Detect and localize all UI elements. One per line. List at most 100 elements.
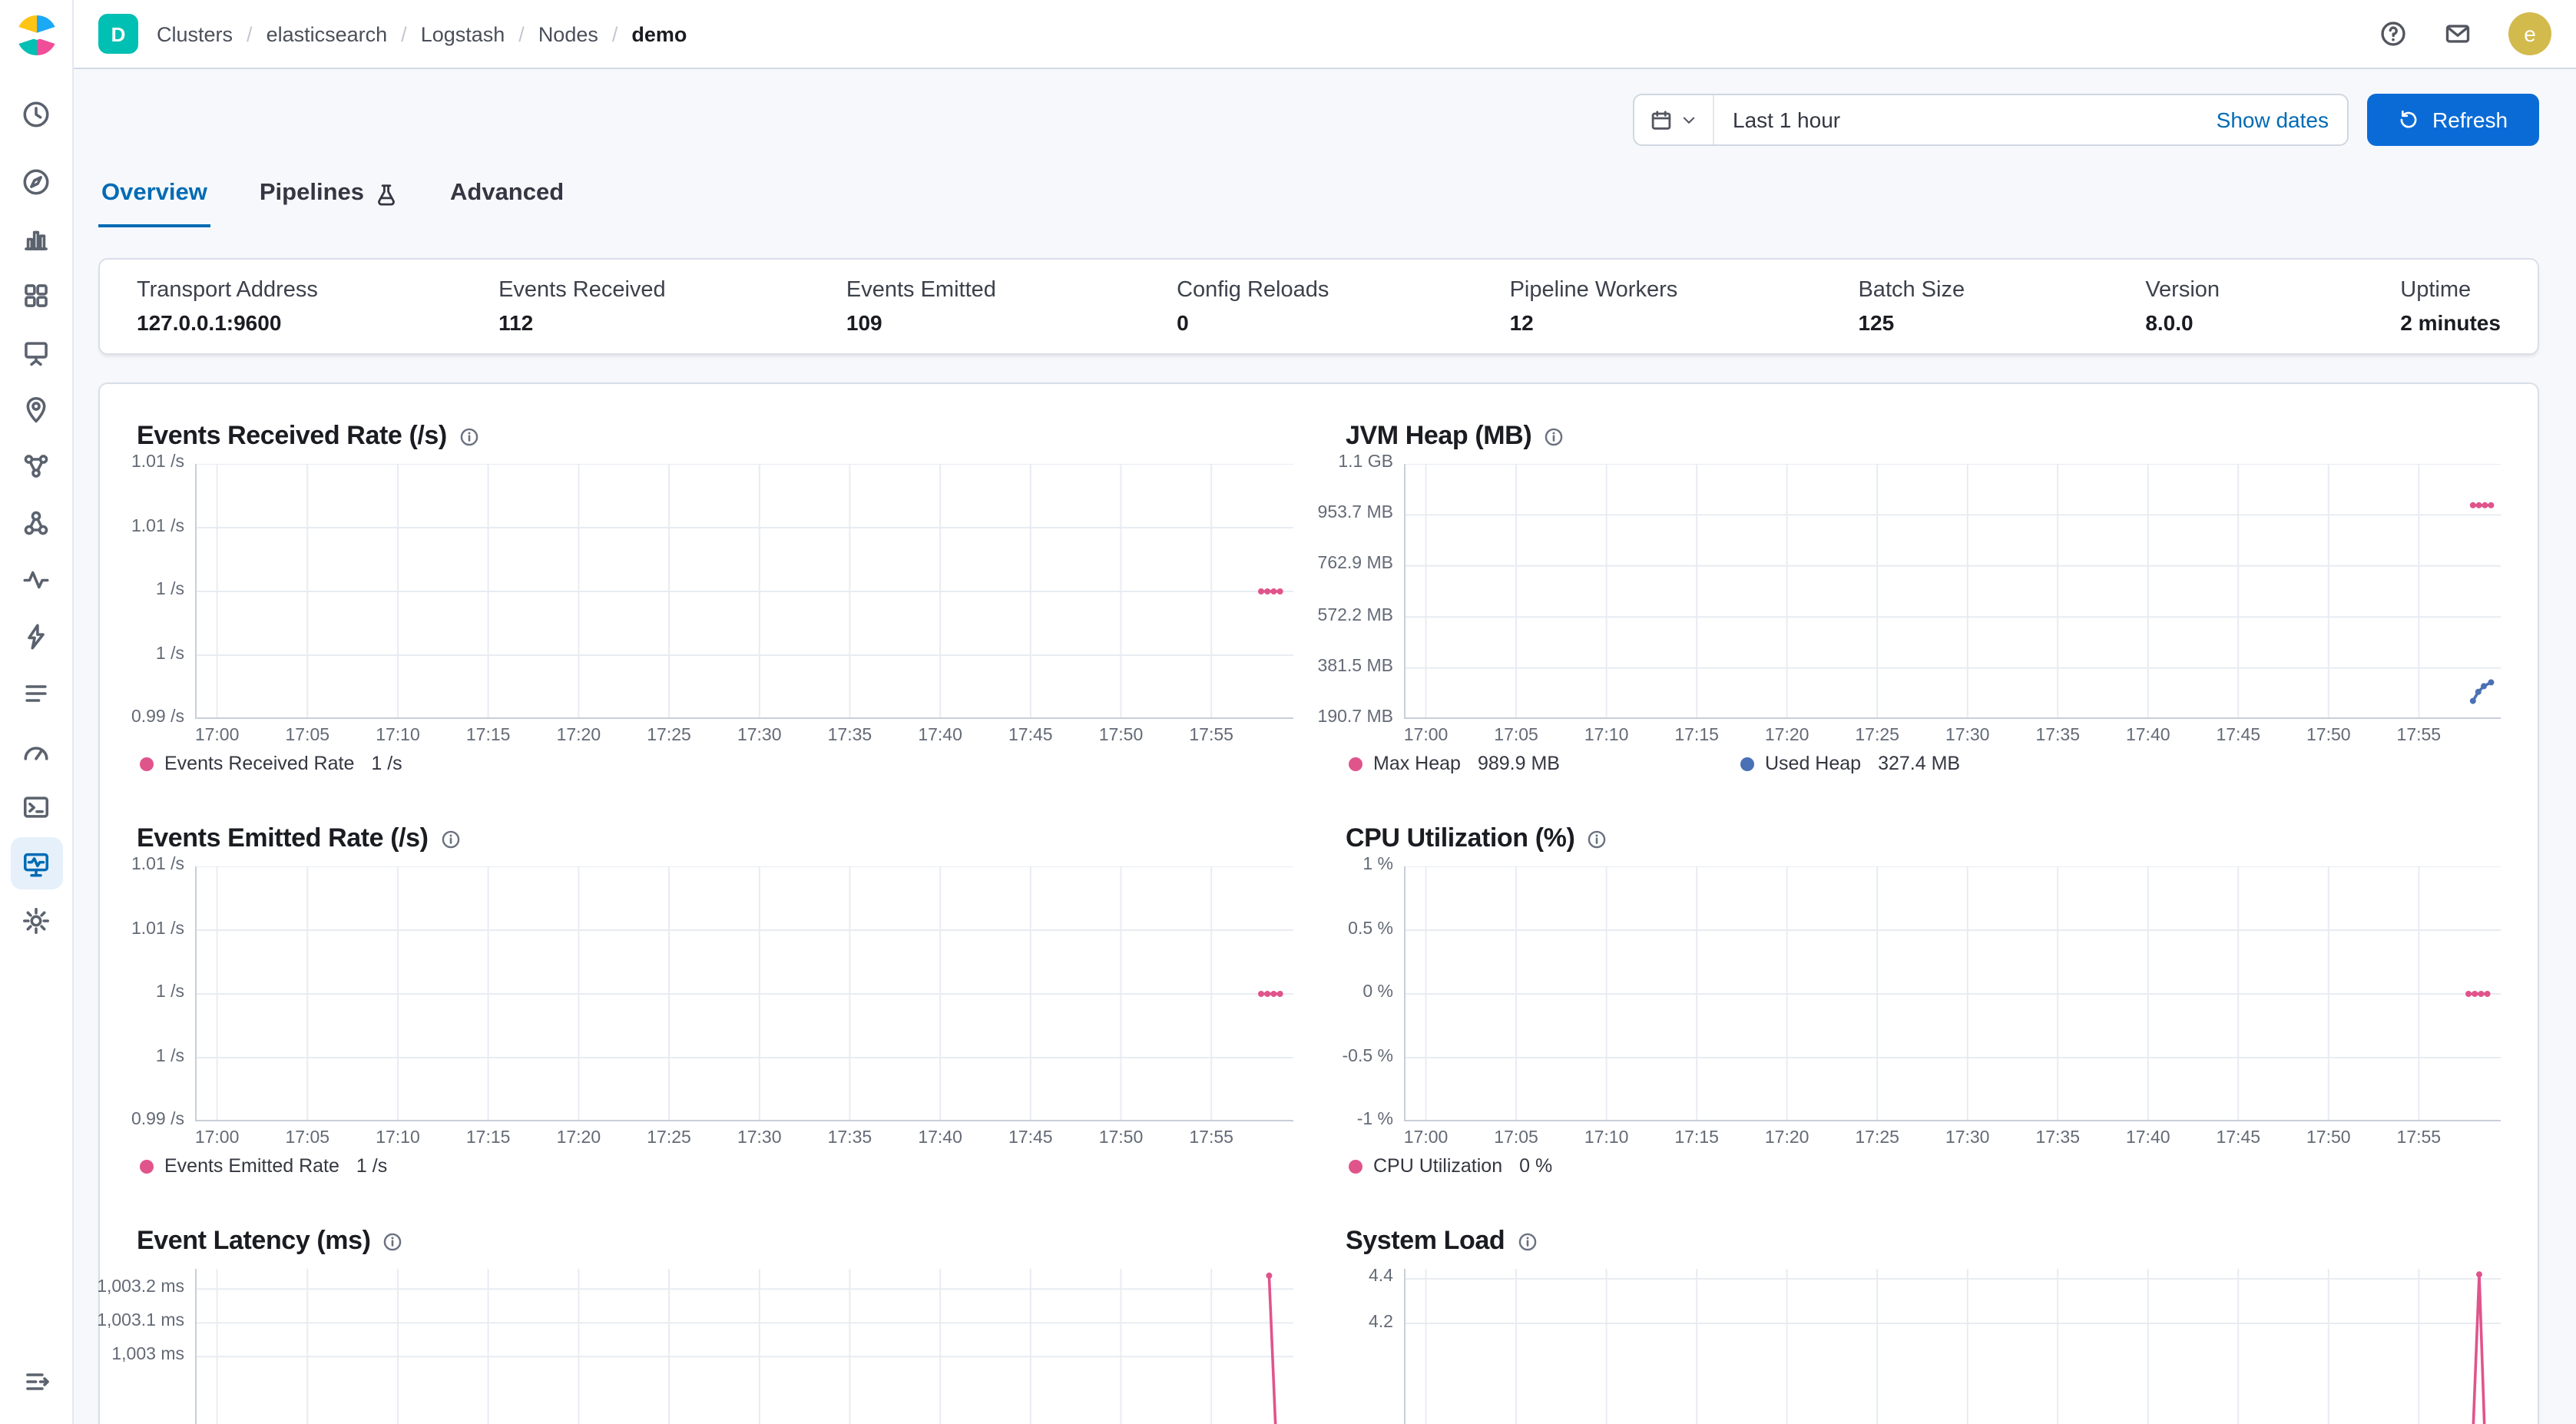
show-dates-link[interactable]: Show dates bbox=[2217, 108, 2347, 132]
tab-overview[interactable]: Overview bbox=[98, 167, 210, 227]
space-badge[interactable]: D bbox=[98, 14, 138, 54]
lines-icon bbox=[22, 678, 51, 707]
nav-dev-tools-button[interactable] bbox=[10, 780, 62, 833]
nav-logs-button[interactable] bbox=[10, 667, 62, 719]
refresh-button[interactable]: Refresh bbox=[2367, 94, 2539, 146]
nav-recently-viewed-button[interactable] bbox=[10, 88, 62, 140]
chart-plot-area[interactable] bbox=[195, 866, 1293, 1121]
x-axis-label: 17:50 bbox=[1099, 1129, 1144, 1147]
chart-plot-area[interactable] bbox=[195, 464, 1293, 719]
legend-item[interactable]: Events Emitted Rate1 /s bbox=[140, 1155, 532, 1177]
y-axis-label: 0.99 /s bbox=[131, 708, 184, 727]
nav-apm-button[interactable] bbox=[10, 610, 62, 662]
y-axis-labels: 1.1 GB953.7 MB762.9 MB572.2 MB381.5 MB19… bbox=[1346, 464, 1404, 719]
stat-label: Batch Size bbox=[1858, 278, 1965, 303]
chart-plot-area[interactable] bbox=[1404, 866, 2501, 1121]
x-axis-label: 17:10 bbox=[376, 1129, 420, 1147]
breadcrumb-nodes[interactable]: Nodes bbox=[538, 22, 598, 45]
info-icon[interactable] bbox=[1544, 426, 1564, 446]
stat-label: Version bbox=[2145, 278, 2220, 303]
x-axis-label: 17:10 bbox=[376, 727, 420, 745]
nav-machine-learning-button[interactable] bbox=[10, 439, 62, 492]
main-content: Last 1 hour Show dates Refresh Overview P… bbox=[74, 69, 2576, 1424]
monitor-pulse-icon bbox=[22, 849, 51, 878]
x-axis-label: 17:15 bbox=[1674, 727, 1719, 745]
compass-icon bbox=[22, 167, 51, 196]
nav-visualize-button[interactable] bbox=[10, 212, 62, 264]
nav-graph-button[interactable] bbox=[10, 496, 62, 548]
y-axis-label: 4.2 bbox=[1369, 1313, 1393, 1331]
stat-label: Transport Address bbox=[137, 278, 318, 303]
x-axis-label: 17:15 bbox=[1674, 1129, 1719, 1147]
nav-stack-monitoring-button[interactable] bbox=[10, 837, 62, 889]
x-axis-labels: 17:0017:0517:1017:1517:2017:2517:3017:35… bbox=[195, 1121, 1293, 1149]
tab-pipelines[interactable]: Pipelines bbox=[257, 167, 401, 227]
breadcrumb-separator: / bbox=[518, 22, 525, 45]
chart-header: System Load bbox=[1346, 1226, 2501, 1257]
legend-item[interactable]: Used Heap327.4 MB bbox=[1740, 753, 2132, 774]
breadcrumb-elasticsearch[interactable]: elasticsearch bbox=[267, 22, 388, 45]
x-axis-label: 17:30 bbox=[1945, 1129, 1990, 1147]
legend-item[interactable]: Events Received Rate1 /s bbox=[140, 753, 532, 774]
stat-value: 125 bbox=[1858, 310, 1965, 335]
chart-system-load: System Load4.44.217:0017:0517:1017:1517:… bbox=[1346, 1226, 2501, 1424]
stat-value: 2 minutes bbox=[2400, 310, 2501, 335]
nav-canvas-button[interactable] bbox=[10, 326, 62, 378]
legend-label: Events Received Rate bbox=[164, 753, 354, 774]
sidebar-nav bbox=[0, 0, 74, 1424]
stat-version: Version8.0.0 bbox=[2145, 278, 2220, 335]
y-axis-label: 1 /s bbox=[156, 644, 184, 663]
x-axis-label: 17:40 bbox=[918, 1129, 962, 1147]
beaker-icon bbox=[375, 182, 398, 205]
mail-icon[interactable] bbox=[2444, 20, 2472, 48]
x-axis-label: 17:50 bbox=[2306, 727, 2351, 745]
nav-collapse-button[interactable] bbox=[11, 1355, 63, 1407]
x-axis-labels: 17:0017:0517:1017:1517:2017:2517:3017:35… bbox=[195, 719, 1293, 747]
pulse-icon bbox=[22, 565, 51, 594]
legend-dot-icon bbox=[1349, 757, 1362, 770]
legend-value: 989.9 MB bbox=[1478, 753, 1560, 774]
elastic-logo[interactable] bbox=[0, 0, 73, 69]
info-icon[interactable] bbox=[441, 829, 461, 849]
x-axis-label: 17:45 bbox=[2216, 1129, 2260, 1147]
x-axis-label: 17:20 bbox=[557, 1129, 601, 1147]
y-axis-label: 190.7 MB bbox=[1318, 708, 1393, 727]
breadcrumb-clusters[interactable]: Clusters bbox=[157, 22, 233, 45]
x-axis-label: 17:15 bbox=[466, 1129, 511, 1147]
avatar[interactable]: e bbox=[2508, 12, 2551, 55]
x-axis-label: 17:45 bbox=[2216, 727, 2260, 745]
chart-body: 1.1 GB953.7 MB762.9 MB572.2 MB381.5 MB19… bbox=[1346, 464, 2501, 719]
info-icon[interactable] bbox=[1587, 829, 1607, 849]
network-icon bbox=[22, 508, 51, 537]
nav-management-button[interactable] bbox=[10, 894, 62, 946]
x-axis-label: 17:10 bbox=[1584, 1129, 1629, 1147]
x-axis-label: 17:25 bbox=[1855, 727, 1899, 745]
info-icon[interactable] bbox=[383, 1231, 403, 1251]
nav-maps-button[interactable] bbox=[10, 382, 62, 435]
stat-config-reloads: Config Reloads0 bbox=[1177, 278, 1329, 335]
chart-plot-area[interactable] bbox=[195, 1269, 1293, 1424]
time-range-value[interactable]: Last 1 hour bbox=[1714, 108, 2217, 132]
chart-events-emitted-rate: Events Emitted Rate (/s)1.01 /s1.01 /s1 … bbox=[137, 823, 1293, 1177]
nav-uptime-button[interactable] bbox=[10, 553, 62, 605]
x-axis-label: 17:00 bbox=[195, 727, 240, 745]
nav-metrics-button[interactable] bbox=[10, 724, 62, 776]
chart-plot-area[interactable] bbox=[1404, 464, 2501, 719]
chart-plot-area[interactable] bbox=[1404, 1269, 2501, 1424]
tab-label: Pipelines bbox=[260, 180, 364, 207]
legend-dot-icon bbox=[1349, 1159, 1362, 1173]
legend-label: CPU Utilization bbox=[1373, 1155, 1502, 1177]
info-icon[interactable] bbox=[459, 426, 479, 446]
y-axis-label: 762.9 MB bbox=[1318, 555, 1393, 574]
legend-item[interactable]: Max Heap989.9 MB bbox=[1349, 753, 1740, 774]
help-icon[interactable] bbox=[2379, 20, 2407, 48]
legend-item[interactable]: CPU Utilization0 % bbox=[1349, 1155, 1740, 1177]
nav-discover-button[interactable] bbox=[10, 155, 62, 207]
nav-dashboard-button[interactable] bbox=[10, 269, 62, 321]
tab-advanced[interactable]: Advanced bbox=[447, 167, 567, 227]
info-icon[interactable] bbox=[1517, 1231, 1537, 1251]
x-axis-label: 17:30 bbox=[737, 727, 782, 745]
x-axis-label: 17:50 bbox=[1099, 727, 1144, 745]
quick-select-button[interactable] bbox=[1634, 95, 1714, 144]
breadcrumb-logstash[interactable]: Logstash bbox=[421, 22, 505, 45]
